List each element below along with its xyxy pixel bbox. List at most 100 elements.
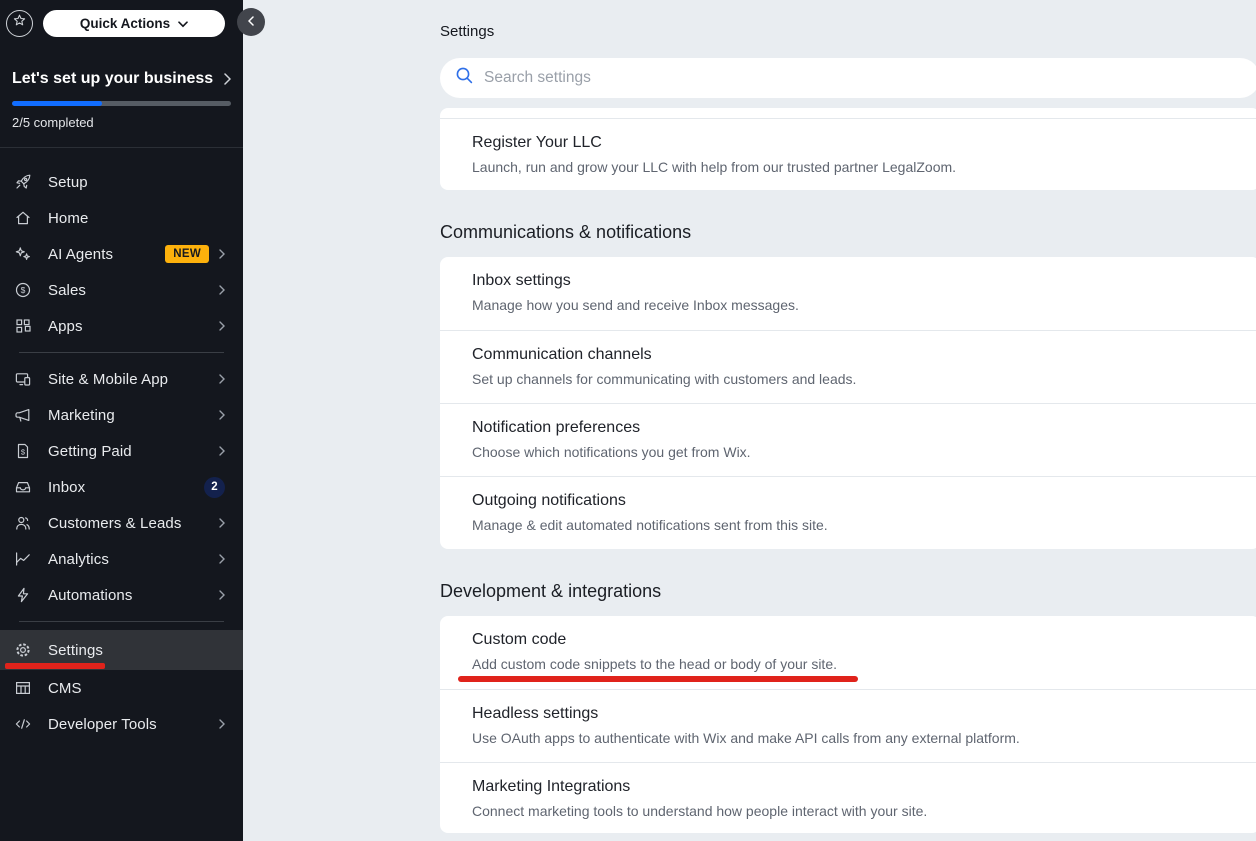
sidebar-item-label: Customers & Leads <box>48 515 181 532</box>
settings-item-outgoing-notifications[interactable]: Outgoing notifications Manage & edit aut… <box>440 476 1256 549</box>
home-icon <box>13 209 33 227</box>
annotation-underline-settings <box>5 663 105 669</box>
sidebar-item-sales[interactable]: $ Sales <box>0 272 243 308</box>
sidebar-item-settings[interactable]: Settings <box>0 630 243 670</box>
page-title: Settings <box>440 23 494 40</box>
setup-progress-label: 2/5 completed <box>12 115 231 130</box>
sidebar-item-apps[interactable]: Apps <box>0 308 243 344</box>
settings-item-marketing-integrations[interactable]: Marketing Integrations Connect marketing… <box>440 762 1256 833</box>
sidebar-item-inbox[interactable]: Inbox 2 <box>0 469 243 505</box>
quick-actions-button[interactable]: Quick Actions <box>43 10 225 37</box>
inbox-icon <box>13 478 33 496</box>
sidebar-item-label: Developer Tools <box>48 716 157 733</box>
lightning-icon <box>13 586 33 604</box>
sidebar-item-label: Getting Paid <box>48 443 132 460</box>
inbox-unread-badge: 2 <box>204 477 225 498</box>
settings-item-register-llc[interactable]: Register Your LLC Launch, run and grow y… <box>440 119 1256 189</box>
settings-item-title: Outgoing notifications <box>472 490 1228 512</box>
settings-item-title: Notification preferences <box>472 417 1228 439</box>
settings-page: Settings Register Your LLC Launch, run a… <box>243 0 1256 841</box>
sidebar-item-automations[interactable]: Automations <box>0 577 243 613</box>
sidebar-item-cms[interactable]: CMS <box>0 670 243 706</box>
devices-icon <box>13 370 33 388</box>
sidebar-item-label: Sales <box>48 282 86 299</box>
sidebar-item-setup[interactable]: Setup <box>0 164 243 200</box>
sidebar-top: Quick Actions <box>0 0 243 46</box>
sidebar-item-label: Settings <box>48 642 103 659</box>
sidebar-divider <box>19 352 224 353</box>
sidebar: Quick Actions Let's set up your business… <box>0 0 243 841</box>
sidebar-item-site-mobile-app[interactable]: Site & Mobile App <box>0 361 243 397</box>
sidebar-item-label: Home <box>48 210 88 227</box>
sidebar-item-customers-leads[interactable]: Customers & Leads <box>0 505 243 541</box>
sparkles-icon <box>13 245 33 263</box>
settings-item-headless-settings[interactable]: Headless settings Use OAuth apps to auth… <box>440 689 1256 762</box>
setup-progress-fill <box>12 101 102 106</box>
search-icon <box>455 66 474 90</box>
setup-banner[interactable]: Let's set up your business 2/5 completed <box>0 46 243 130</box>
favorites-button[interactable] <box>6 10 33 37</box>
chevron-left-icon <box>248 13 254 31</box>
settings-item-communication-channels[interactable]: Communication channels Set up channels f… <box>440 330 1256 403</box>
settings-card-communications: Inbox settings Manage how you send and r… <box>440 257 1256 549</box>
annotation-underline-custom-code <box>458 676 858 682</box>
sidebar-item-label: Apps <box>48 318 83 335</box>
sidebar-item-label: AI Agents <box>48 246 113 263</box>
settings-card-partial: Register Your LLC Launch, run and grow y… <box>440 108 1256 190</box>
sidebar-divider <box>19 621 224 622</box>
settings-card-development: Custom code Add custom code snippets to … <box>440 616 1256 833</box>
settings-item-title: Communication channels <box>472 344 1228 366</box>
code-icon <box>13 715 33 733</box>
sidebar-item-label: Setup <box>48 174 88 191</box>
cut-off-row <box>440 108 1256 119</box>
apps-grid-icon <box>13 317 33 335</box>
sidebar-item-label: Analytics <box>48 551 109 568</box>
chevron-right-icon <box>219 374 225 384</box>
sidebar-item-marketing[interactable]: Marketing <box>0 397 243 433</box>
settings-item-description: Manage how you send and receive Inbox me… <box>472 295 1228 315</box>
sidebar-item-ai-agents[interactable]: AI Agents NEW <box>0 236 243 272</box>
sidebar-item-analytics[interactable]: Analytics <box>0 541 243 577</box>
gear-icon <box>13 641 33 659</box>
sidebar-item-label: Site & Mobile App <box>48 371 168 388</box>
sidebar-item-home[interactable]: Home <box>0 200 243 236</box>
chevron-right-icon <box>219 518 225 528</box>
settings-item-notification-preferences[interactable]: Notification preferences Choose which no… <box>440 403 1256 476</box>
setup-banner-title: Let's set up your business <box>12 70 213 88</box>
chevron-right-icon <box>219 285 225 295</box>
svg-text:$: $ <box>21 285 26 295</box>
settings-item-description: Use OAuth apps to authenticate with Wix … <box>472 728 1228 748</box>
chevron-right-icon <box>219 446 225 456</box>
line-chart-icon <box>13 550 33 568</box>
setup-progress-bar <box>12 101 231 106</box>
search-input[interactable] <box>484 69 1256 87</box>
table-icon <box>13 679 33 697</box>
sidebar-item-label: CMS <box>48 680 82 697</box>
settings-item-inbox-settings[interactable]: Inbox settings Manage how you send and r… <box>440 257 1256 330</box>
dollar-circle-icon: $ <box>13 281 33 299</box>
settings-item-description: Connect marketing tools to understand ho… <box>472 801 1228 821</box>
settings-item-description: Manage & edit automated notifications se… <box>472 515 1228 535</box>
section-heading-development: Development & integrations <box>440 581 661 602</box>
chevron-right-icon <box>219 410 225 420</box>
section-heading-communications: Communications & notifications <box>440 222 691 243</box>
settings-item-description: Add custom code snippets to the head or … <box>472 654 1228 674</box>
chevron-right-icon <box>219 321 225 331</box>
sidebar-item-getting-paid[interactable]: $ Getting Paid <box>0 433 243 469</box>
collapse-sidebar-button[interactable] <box>237 8 265 36</box>
chevron-down-icon <box>178 16 188 31</box>
new-badge: NEW <box>165 245 209 263</box>
sidebar-item-label: Inbox <box>48 479 85 496</box>
settings-item-description: Set up channels for communicating with c… <box>472 369 1228 389</box>
settings-item-title: Inbox settings <box>472 270 1228 292</box>
sidebar-item-label: Automations <box>48 587 132 604</box>
settings-item-title: Register Your LLC <box>472 132 1228 154</box>
quick-actions-label: Quick Actions <box>80 16 170 31</box>
star-icon <box>12 13 27 33</box>
svg-text:$: $ <box>21 447 26 456</box>
settings-item-description: Choose which notifications you get from … <box>472 442 1228 462</box>
settings-item-description: Launch, run and grow your LLC with help … <box>472 157 1228 177</box>
sidebar-item-developer-tools[interactable]: Developer Tools <box>0 706 243 742</box>
settings-search-bar[interactable] <box>440 58 1256 98</box>
settings-item-custom-code[interactable]: Custom code Add custom code snippets to … <box>440 616 1256 689</box>
